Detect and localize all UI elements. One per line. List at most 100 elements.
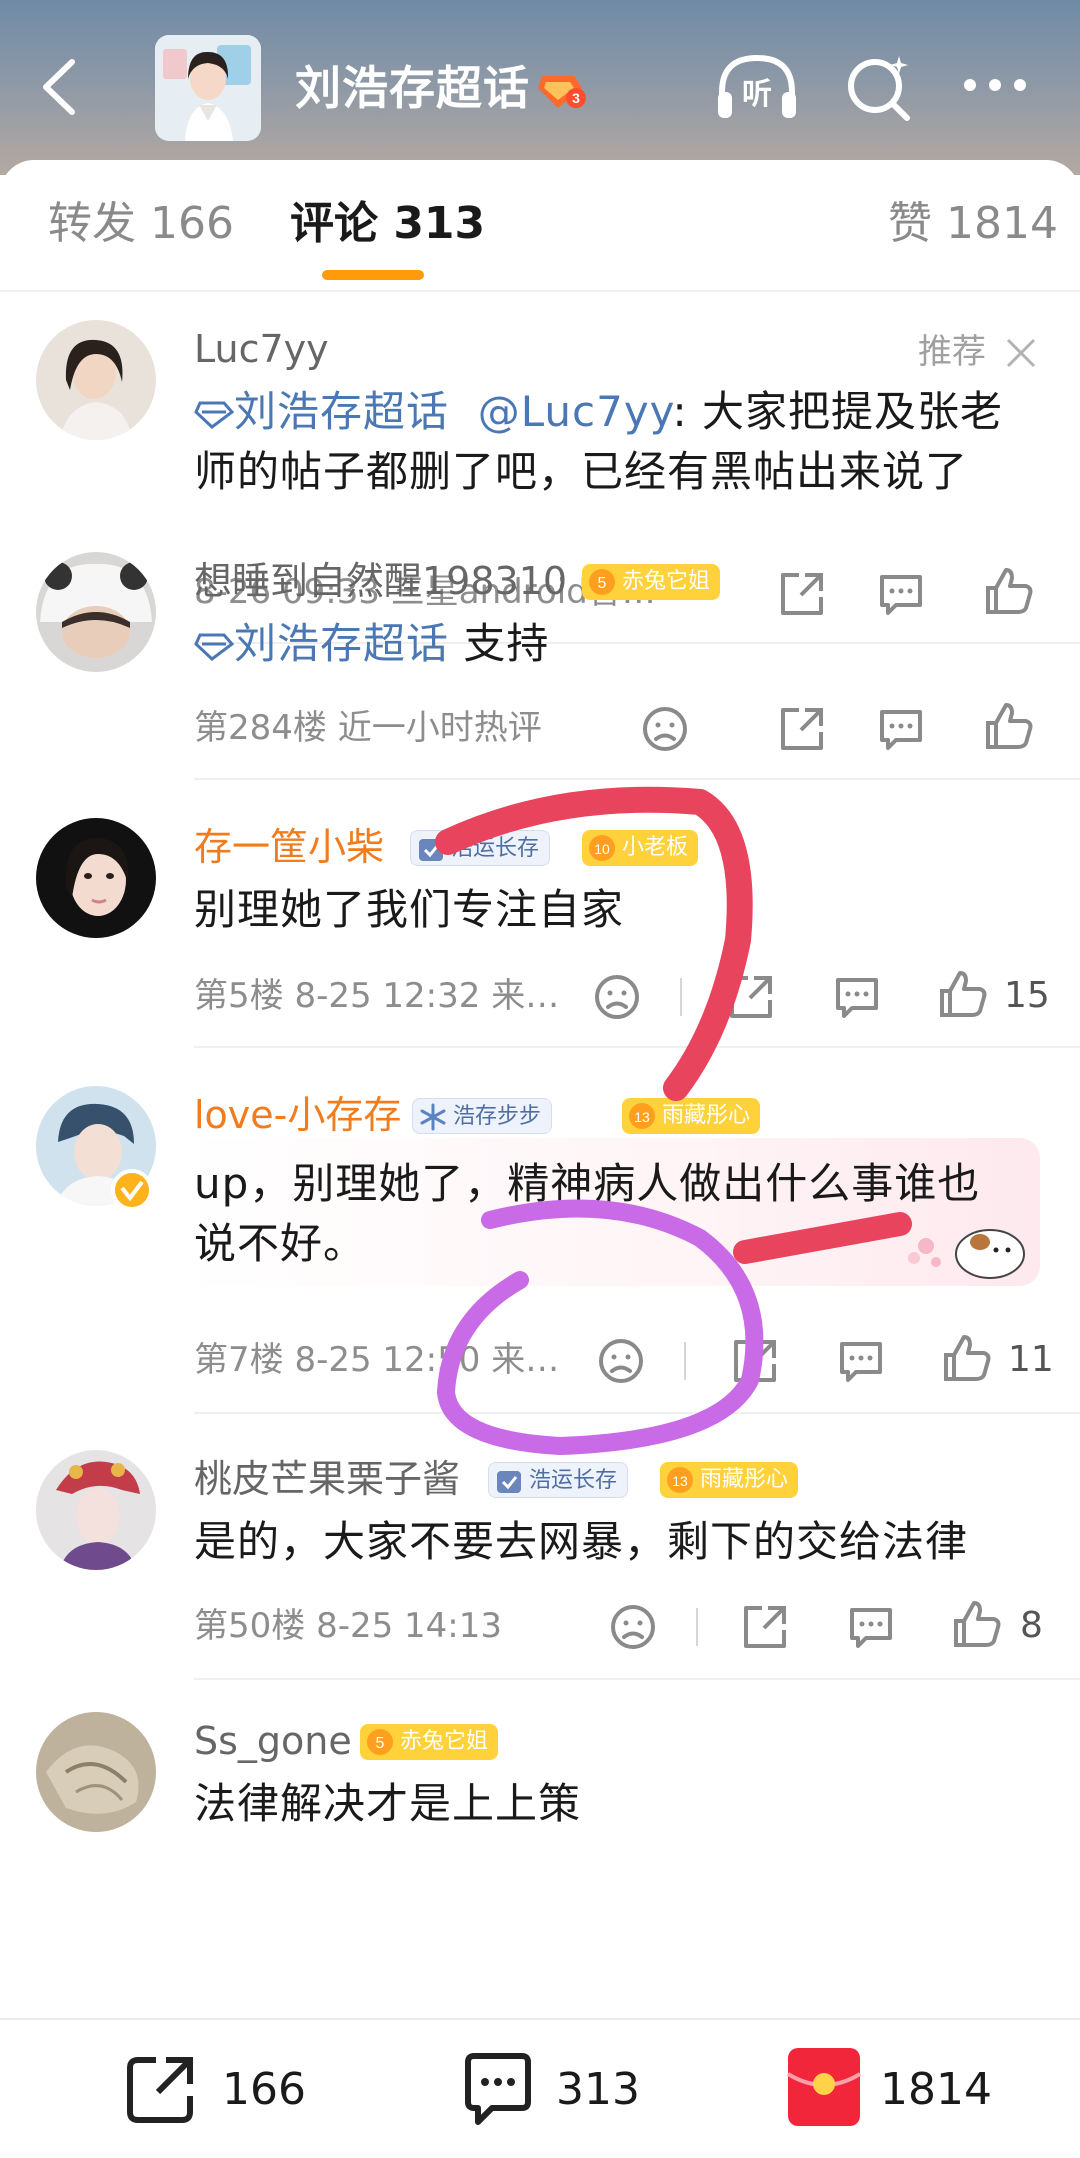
share-icon[interactable] [738,1600,792,1654]
avatar[interactable] [36,1712,156,1832]
username[interactable]: Luc7yy [194,324,329,374]
member-badge[interactable]: 浩存步步 [412,1098,553,1134]
like-thumb-icon[interactable] [982,699,1036,753]
avatar-image [36,1450,156,1570]
member-badge[interactable]: 浩运长存 [488,1462,629,1498]
dislike-face-icon[interactable] [638,702,692,756]
fan-level-icon: 13 [667,1467,693,1493]
avatar-image [36,552,156,672]
action-separator [684,1342,686,1380]
comment-item: Ss_gone 5 赤兔它姐 法律解决才是上上策 [0,1694,1080,1894]
comment-text: up，别理她了，精神病人做出什么事谁也说不好。 [194,1159,981,1268]
listen-label: 听 [742,77,772,112]
dislike-face-icon[interactable] [606,1600,660,1654]
topic-title[interactable]: 刘浩存超话 [295,58,530,118]
fan-badge[interactable]: 13 雨藏彤心 [660,1462,799,1498]
listen-headphones-icon[interactable]: 听 [714,52,800,124]
portrait-image [155,35,261,141]
share-icon[interactable] [728,1334,782,1388]
username[interactable]: 想睡到自然醒198310 [194,556,567,606]
like-thumb-icon[interactable] [940,1331,994,1385]
svg-text:13: 13 [672,1473,688,1489]
back-arrow-icon[interactable] [30,52,90,122]
like-count-total[interactable]: 1814 [880,2060,992,2120]
dislike-face-icon[interactable] [590,970,644,1024]
reply-icon[interactable] [834,1334,888,1388]
tab-likes[interactable]: 赞 1814 [888,196,1058,252]
like-count: 15 [1004,975,1050,1016]
username[interactable]: Ss_gone [194,1716,352,1766]
svg-text:5: 5 [598,575,607,592]
diamond-icon [194,401,235,429]
superchat-link[interactable]: 刘浩存超话 [194,619,449,668]
fan-badge[interactable]: 13 雨藏彤心 [622,1098,761,1134]
fan-badge[interactable]: 5 赤兔它姐 [582,564,721,600]
repost-count[interactable]: 166 [222,2060,306,2120]
fan-level-icon: 13 [629,1103,655,1129]
comment-item: 桃皮芒果栗子酱 浩运长存 13 雨藏彤心 是的，大家不要去网暴，剩下的交给法律 … [0,1430,1080,1700]
fan-level-icon: 10 [589,835,615,861]
reply-icon[interactable] [830,970,884,1024]
avatar-image [36,1712,156,1832]
reply-icon[interactable] [874,702,928,756]
top-header: 刘浩存超话 3 听 [0,0,1080,175]
comment-item: 存一筐小柴 浩运长存 10 小老板 别理她了我们专注自家 第5楼 8-25 12… [0,800,1080,1070]
svg-text:5: 5 [376,1735,385,1752]
fan-badge[interactable]: 10 小老板 [582,830,699,866]
avatar-image [36,320,156,440]
username[interactable]: 桃皮芒果栗子酱 [194,1454,460,1504]
comment-divider [194,778,1080,780]
more-options-icon[interactable] [960,60,1030,110]
level-number: 3 [572,90,580,106]
tab-comments[interactable]: 评论 313 [290,196,485,252]
search-icon[interactable] [843,50,915,124]
action-separator [696,1608,698,1646]
avatar[interactable] [36,1450,156,1570]
comment-text: 别理她了我们专注自家 [194,885,625,934]
tab-bar: 转发 166 评论 313 赞 1814 [0,160,1080,292]
recommended-label: 推荐 [918,332,986,372]
share-icon[interactable] [775,702,829,756]
action-separator [680,978,682,1016]
topic-avatar[interactable] [155,35,261,141]
dislike-face-icon[interactable] [594,1334,648,1388]
superchat-level-icon: 3 [538,76,586,108]
username[interactable]: 存一筐小柴 [194,822,384,872]
like-thumb-icon[interactable] [950,1597,1004,1651]
member-badge[interactable]: 浩运长存 [410,830,551,866]
post-detail-sheet: 转发 166 评论 313 赞 1814 Luc7yy 推荐 刘浩存超话 @Lu… [0,160,1080,2158]
snowflake-icon [420,1103,446,1131]
avatar[interactable] [36,320,156,440]
comment-text: 刘浩存超话 支持 [194,614,1044,674]
like-thumb-icon[interactable] [936,967,990,1021]
tab-divider [0,290,1080,292]
fan-badge[interactable]: 5 赤兔它姐 [360,1724,499,1760]
mention-link[interactable]: @Luc7yy [478,387,673,436]
share-icon[interactable] [724,970,778,1024]
repost-icon[interactable] [122,2050,202,2130]
comment-item: love-小存存 浩存步步 13 雨藏彤心 up，别理她了，精神病人做出什么事谁… [0,1068,1080,1414]
reply-icon[interactable] [844,1600,898,1654]
close-icon[interactable] [1002,334,1040,372]
diamond-icon [194,633,235,661]
avatar[interactable] [36,552,156,672]
username[interactable]: love-小存存 [194,1090,401,1140]
comment-count[interactable]: 313 [556,2060,640,2120]
red-packet-like-icon[interactable] [784,2044,864,2130]
comment-text: 法律解决才是上上策 [194,1779,582,1828]
fan-level-icon: 5 [367,1729,393,1755]
avatar[interactable] [36,818,156,938]
comment-text: 刘浩存超话 @Luc7yy: 大家把提及张老师的帖子都删了吧，已经有黑帖出来说了 [194,382,1044,502]
like-count: 8 [1020,1605,1043,1646]
comment-icon[interactable] [458,2050,538,2130]
tab-reposts[interactable]: 转发 166 [48,196,234,252]
calendar-check-icon [497,1471,521,1493]
verified-badge-icon [111,1169,153,1211]
comment-body: 支持 [463,619,550,668]
avatar-image [36,818,156,938]
comment-divider [194,1412,1080,1414]
fan-level-icon: 5 [589,569,615,595]
superchat-link[interactable]: 刘浩存超话 [194,387,449,436]
svg-text:13: 13 [634,1109,650,1125]
bottom-action-bar: 166 313 1814 [0,2018,1080,2158]
